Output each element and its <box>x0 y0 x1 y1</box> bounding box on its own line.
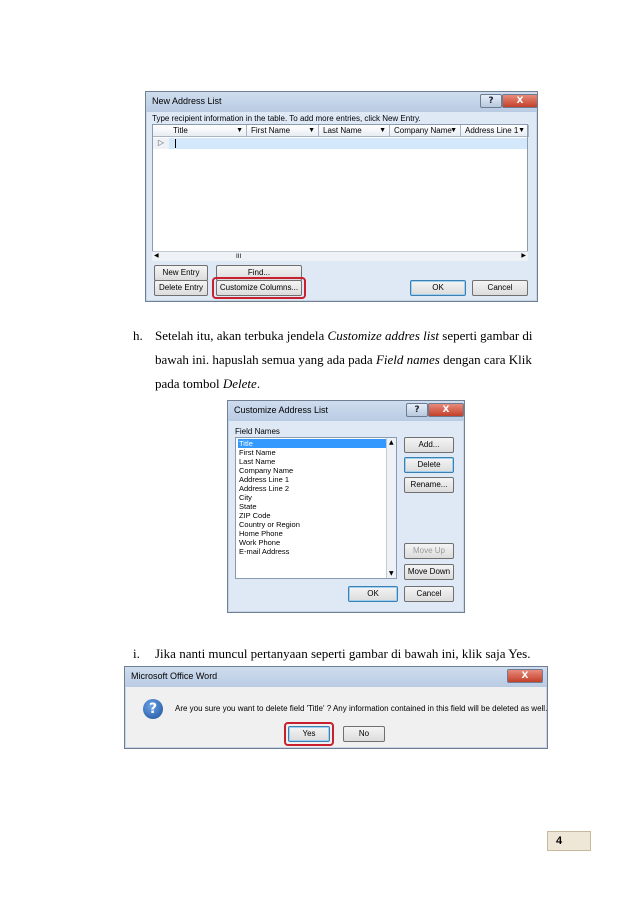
emphasis: Delete <box>222 376 257 391</box>
rename-button[interactable]: Rename... <box>404 477 454 493</box>
list-item[interactable]: City <box>238 493 388 502</box>
delete-entry-button[interactable]: Delete Entry <box>154 280 208 296</box>
list-item[interactable]: First Name <box>238 448 388 457</box>
vertical-scrollbar[interactable]: ▲ ▼ <box>386 438 396 578</box>
window-titlebar: New Address List ? X <box>146 92 538 112</box>
scroll-left-icon[interactable]: ◀ <box>154 252 159 259</box>
step-h-line-3: pada tombol Delete. <box>133 372 553 396</box>
step-letter: i. <box>133 646 140 661</box>
close-icon[interactable]: X <box>428 403 464 417</box>
dialog-message: Are you sure you want to delete field 'T… <box>175 704 548 713</box>
emphasis: Field names <box>375 352 440 367</box>
window-titlebar: Microsoft Office Word X <box>125 667 547 687</box>
list-item[interactable]: Country or Region <box>238 520 388 529</box>
step-i-paragraph: i. Jika nanti muncul pertanyaan seperti g… <box>133 642 553 666</box>
scroll-right-icon[interactable]: ▶ <box>521 252 526 259</box>
chevron-down-icon[interactable]: ▼ <box>379 125 386 136</box>
add-button[interactable]: Add... <box>404 437 454 453</box>
new-address-list-window: New Address List ? X Type recipient info… <box>145 91 538 302</box>
list-item[interactable]: E-mail Address <box>238 547 388 556</box>
move-down-button[interactable]: Move Down <box>404 564 454 580</box>
chevron-down-icon[interactable]: ▼ <box>236 125 243 136</box>
highlight-box <box>284 722 334 746</box>
text: Jika nanti muncul pertanyaan seperti gam… <box>155 646 531 661</box>
cancel-button[interactable]: Cancel <box>472 280 528 296</box>
new-entry-button[interactable]: New Entry <box>154 265 208 281</box>
window-title: New Address List <box>152 96 222 106</box>
table-header: Title ▼ First Name ▼ Last Name ▼ Company Na… <box>153 125 529 137</box>
list-item[interactable]: Company Name <box>238 466 388 475</box>
step-letter: h. <box>133 328 143 343</box>
delete-button[interactable]: Delete <box>404 457 454 473</box>
customize-address-list-window: Customize Address List ? X Field Names T… <box>227 400 465 613</box>
column-header-address-line-1[interactable]: Address Line 1 ▼ <box>461 125 529 137</box>
field-names-label: Field Names <box>235 427 280 436</box>
help-icon[interactable]: ? <box>406 403 428 417</box>
highlight-box <box>212 277 306 299</box>
scroll-up-icon[interactable]: ▲ <box>389 439 394 446</box>
column-header-last-name[interactable]: Last Name ▼ <box>319 125 390 137</box>
column-header-first-name[interactable]: First Name ▼ <box>247 125 319 137</box>
text: bawah ini. hapuslah semua yang ada pada <box>155 352 376 367</box>
chevron-down-icon[interactable]: ▼ <box>450 125 457 136</box>
list-item[interactable]: Address Line 1 <box>238 475 388 484</box>
list-item[interactable]: Home Phone <box>238 529 388 538</box>
list-item[interactable]: Work Phone <box>238 538 388 547</box>
text: seperti gambar di <box>439 328 533 343</box>
move-up-button[interactable]: Move Up <box>404 543 454 559</box>
step-h-line-1: h. Setelah itu, akan terbuka jendela Cust… <box>133 324 553 348</box>
window-title: Customize Address List <box>234 405 329 415</box>
field-names-list[interactable]: Title First Name Last Name Company Name … <box>235 437 397 579</box>
window-title: Microsoft Office Word <box>131 671 218 681</box>
scroll-thumb-grip[interactable]: III <box>236 253 241 260</box>
list-item[interactable]: State <box>238 502 388 511</box>
list-item[interactable]: Address Line 2 <box>238 484 388 493</box>
help-icon[interactable]: ? <box>480 94 502 108</box>
step-h-line-2: bawah ini. hapuslah semua yang ada pada … <box>133 348 553 372</box>
list-item[interactable]: ZIP Code <box>238 511 388 520</box>
column-header-company-name[interactable]: Company Name ▼ <box>390 125 461 137</box>
close-icon[interactable]: X <box>502 94 538 108</box>
text: pada tombol <box>155 376 223 391</box>
no-button[interactable]: No <box>343 726 385 742</box>
dialog-body <box>126 687 546 747</box>
text: . <box>256 376 261 391</box>
list-item[interactable]: Title <box>238 439 388 448</box>
chevron-down-icon[interactable]: ▼ <box>308 125 315 136</box>
column-header-title[interactable]: Title ▼ <box>169 125 247 137</box>
ok-button[interactable]: OK <box>410 280 466 296</box>
text-cursor <box>175 139 176 148</box>
question-icon: ? <box>143 699 163 719</box>
ok-button[interactable]: OK <box>348 586 398 602</box>
table-row[interactable] <box>153 138 527 149</box>
step-h-paragraph: h. Setelah itu, akan terbuka jendela Cust… <box>133 324 553 396</box>
row-marker-icon: ▷ <box>153 138 169 149</box>
close-icon[interactable]: X <box>507 669 543 683</box>
instruction-text: Type recipient information in the table.… <box>152 114 421 123</box>
scroll-down-icon[interactable]: ▼ <box>389 570 394 577</box>
list-item[interactable]: Last Name <box>238 457 388 466</box>
address-table[interactable]: Title ▼ First Name ▼ Last Name ▼ Company Na… <box>152 124 529 261</box>
text: dengan cara Klik <box>439 352 532 367</box>
cancel-button[interactable]: Cancel <box>404 586 454 602</box>
page-number: 4 <box>547 831 591 851</box>
emphasis: Customize addres list <box>327 328 440 343</box>
horizontal-scrollbar[interactable]: ◀ III ▶ <box>152 251 528 261</box>
text: Setelah itu, akan terbuka jendela <box>155 328 328 343</box>
confirm-delete-dialog: Microsoft Office Word X ? Are you sure y… <box>124 666 548 749</box>
window-titlebar: Customize Address List ? X <box>228 401 464 421</box>
chevron-down-icon[interactable]: ▼ <box>518 125 525 136</box>
